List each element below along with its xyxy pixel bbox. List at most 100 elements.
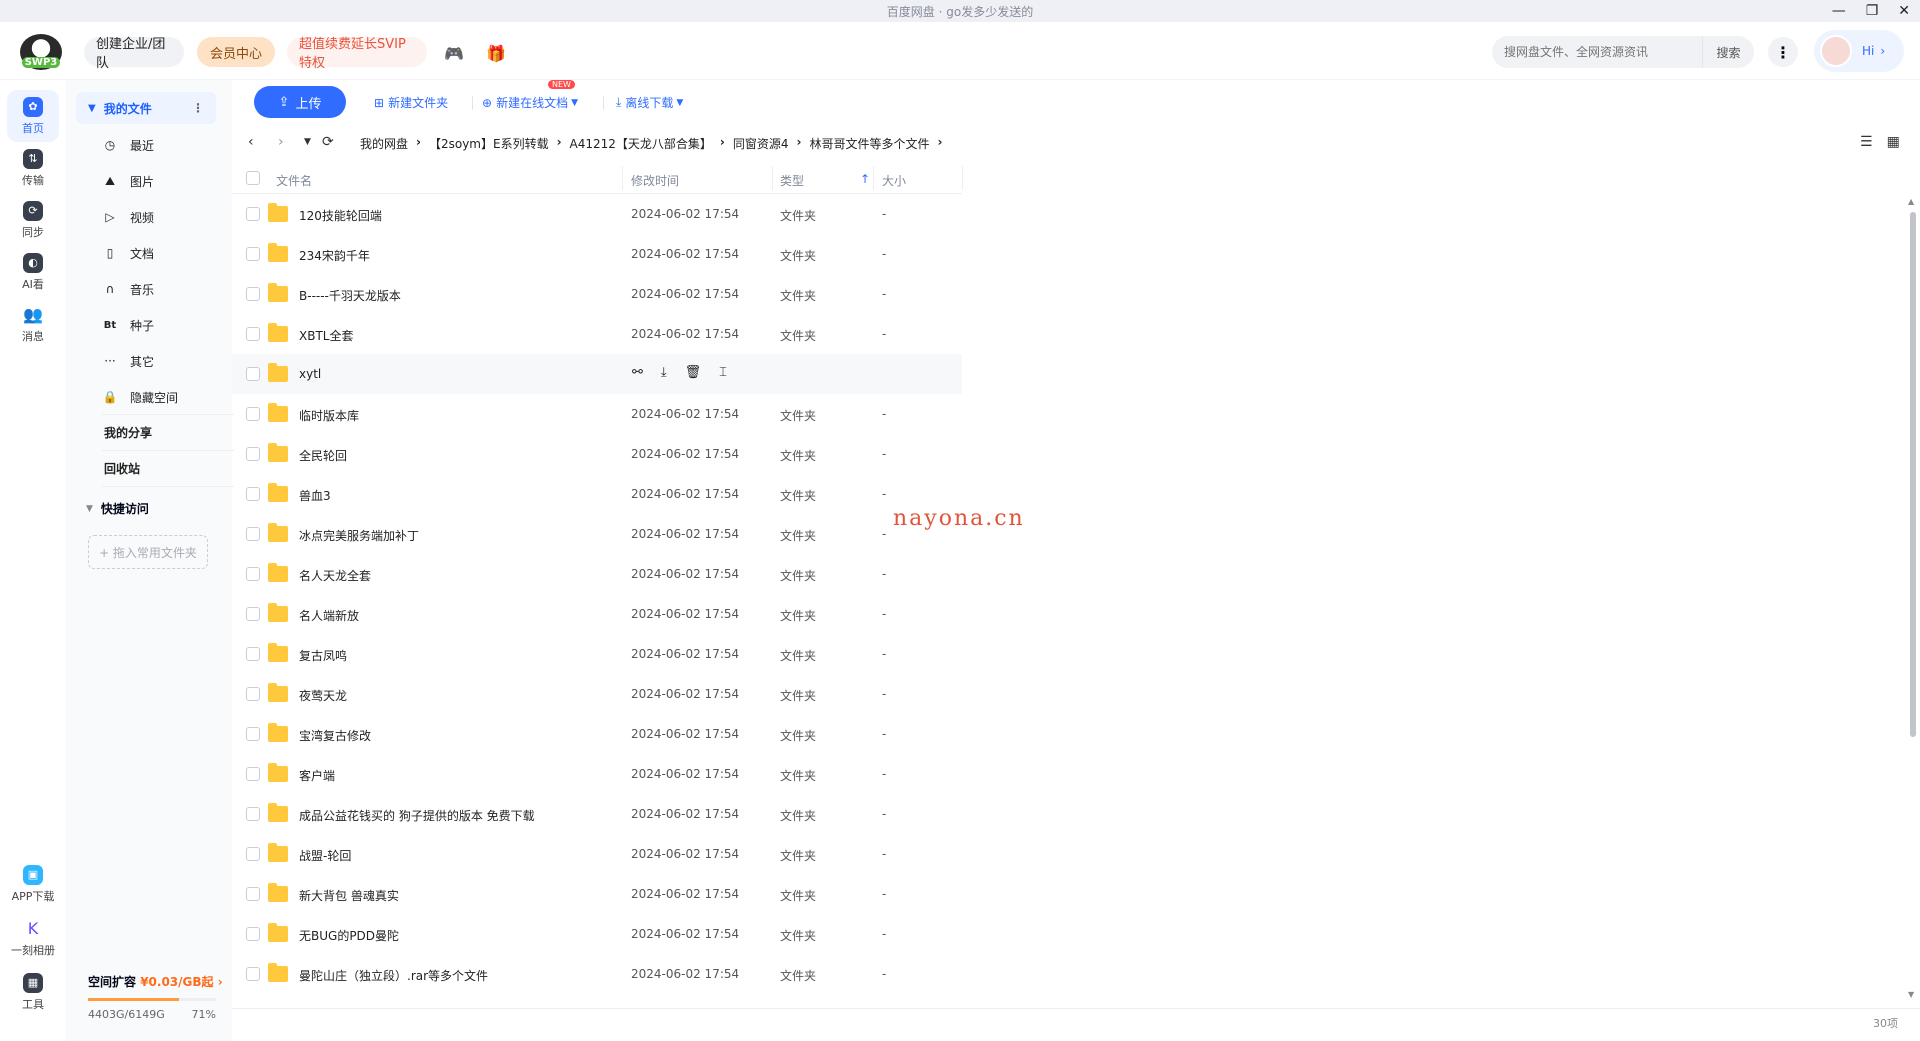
table-row[interactable]: 全民轮回 2024-06-02 17:54 文件夹 - <box>232 434 962 474</box>
column-divider[interactable] <box>622 166 623 190</box>
table-row[interactable]: 复古凤鸣 2024-06-02 17:54 文件夹 - <box>232 634 962 674</box>
file-name[interactable]: B-----千羽天龙版本 <box>299 287 401 304</box>
file-name[interactable]: 无BUG的PDD曼陀 <box>299 927 399 944</box>
new-online-doc-button[interactable]: ⊕ 新建在线文档 ▼ <box>482 94 578 111</box>
table-row[interactable]: 冰点完美服务端加补丁 2024-06-02 17:54 文件夹 - <box>232 514 962 554</box>
rail-item-message[interactable]: 👥 消息 <box>7 298 59 350</box>
sidebar-item-images[interactable]: ⛰ 图片 <box>102 171 154 191</box>
rail-item-app-download[interactable]: ▣ APP下载 <box>7 858 59 910</box>
rail-item-album[interactable]: K 一刻相册 <box>7 912 59 964</box>
search-button[interactable]: 搜索 <box>1702 36 1754 68</box>
row-checkbox[interactable] <box>246 447 260 461</box>
share-icon[interactable]: ⚯ <box>632 365 643 380</box>
sidebar-item-videos[interactable]: ▷ 视频 <box>102 207 154 227</box>
file-name[interactable]: 战盟-轮回 <box>299 847 351 864</box>
create-team-button[interactable]: 创建企业/团队 <box>84 37 184 71</box>
column-divider[interactable] <box>962 166 963 190</box>
table-row[interactable]: xytl ⚯ ⤓ 🗑 ⌶ <box>232 354 962 394</box>
restore-icon[interactable]: ❐ <box>1866 3 1879 19</box>
new-folder-button[interactable]: ⊞ 新建文件夹 <box>374 94 448 111</box>
breadcrumb-item[interactable]: 【2soym】E系列转载 <box>429 135 549 152</box>
vip-center-button[interactable]: 会员中心 <box>197 37 275 67</box>
table-row[interactable]: 新大背包 兽魂真实 2024-06-02 17:54 文件夹 - <box>232 874 962 914</box>
rename-icon[interactable]: ⌶ <box>719 365 727 380</box>
sort-ascending-icon[interactable]: ↑ <box>860 172 870 186</box>
scroll-down-icon[interactable]: ▼ <box>1908 990 1914 999</box>
breadcrumb-item[interactable]: 林哥哥文件等多个文件 <box>809 135 929 152</box>
row-checkbox[interactable] <box>246 927 260 941</box>
table-row[interactable]: 120技能轮回端 2024-06-02 17:54 文件夹 - <box>232 194 962 234</box>
row-checkbox[interactable] <box>246 887 260 901</box>
file-name[interactable]: XBTL全套 <box>299 327 353 344</box>
table-row[interactable]: XBTL全套 2024-06-02 17:54 文件夹 - <box>232 314 962 354</box>
game-icon[interactable]: 🎮 <box>444 44 464 63</box>
file-name[interactable]: 新大背包 兽魂真实 <box>299 887 399 904</box>
table-row[interactable]: 临时版本库 2024-06-02 17:54 文件夹 - <box>232 394 962 434</box>
rail-item-tools[interactable]: ▦ 工具 <box>7 966 59 1018</box>
rail-item-home[interactable]: ✿ 首页 <box>7 90 59 142</box>
file-name[interactable]: 234宋韵千年 <box>299 247 370 264</box>
file-name[interactable]: 名人天龙全套 <box>299 567 371 584</box>
file-name[interactable]: 名人端新放 <box>299 607 359 624</box>
file-name[interactable]: 宝湾复古修改 <box>299 727 371 744</box>
row-checkbox[interactable] <box>246 967 260 981</box>
breadcrumb-item[interactable]: 我的网盘 <box>360 135 408 152</box>
download-icon[interactable]: ⤓ <box>661 365 667 380</box>
back-icon[interactable]: ‹ <box>248 134 254 150</box>
rail-item-transfer[interactable]: ⇅ 传输 <box>7 142 59 194</box>
sidebar-item-other[interactable]: ··· 其它 <box>102 351 154 371</box>
table-row[interactable]: 曼陀山庄（独立段）.rar等多个文件 2024-06-02 17:54 文件夹 - <box>232 954 962 994</box>
table-row[interactable]: 无BUG的PDD曼陀 2024-06-02 17:54 文件夹 - <box>232 914 962 954</box>
file-name[interactable]: 客户端 <box>299 767 335 784</box>
row-checkbox[interactable] <box>246 287 260 301</box>
more-options-icon[interactable]: ⋮ <box>192 101 204 115</box>
row-checkbox[interactable] <box>246 727 260 741</box>
search-input[interactable] <box>1504 45 1704 59</box>
sidebar-item-my-share[interactable]: 我的分享 <box>104 424 152 441</box>
row-checkbox[interactable] <box>246 247 260 261</box>
header-size[interactable]: 大小 <box>882 172 906 189</box>
sidebar-item-recent[interactable]: ◷ 最近 <box>102 135 154 155</box>
row-checkbox[interactable] <box>246 327 260 341</box>
scrollbar-thumb[interactable] <box>1910 212 1916 737</box>
file-name[interactable]: 120技能轮回端 <box>299 207 382 224</box>
add-quick-access-dropzone[interactable]: + 拖入常用文件夹 <box>88 535 208 569</box>
minimize-icon[interactable]: — <box>1832 3 1846 19</box>
sidebar-item-hidden-space[interactable]: 🔒 隐藏空间 <box>102 387 179 407</box>
table-row[interactable]: 兽血3 2024-06-02 17:54 文件夹 - <box>232 474 962 514</box>
more-menu-icon[interactable]: ⋮ <box>1768 37 1798 67</box>
row-checkbox[interactable] <box>246 647 260 661</box>
user-profile[interactable]: Hi › <box>1814 30 1904 72</box>
file-name[interactable]: 复古凤鸣 <box>299 647 347 664</box>
grid-view-icon[interactable]: ▦ <box>1887 134 1900 150</box>
table-row[interactable]: 名人端新放 2024-06-02 17:54 文件夹 - <box>232 594 962 634</box>
storage-expand-link[interactable]: 空间扩容 ¥0.03/GB起 › <box>88 973 223 990</box>
file-name[interactable]: 临时版本库 <box>299 407 359 424</box>
column-divider[interactable] <box>873 166 874 190</box>
refresh-icon[interactable]: ⟳ <box>322 134 334 150</box>
sidebar-item-my-files[interactable]: ▼ 我的文件 ⋮ <box>76 92 216 124</box>
upload-button[interactable]: ⇪ 上传 <box>254 86 346 118</box>
table-row[interactable]: 客户端 2024-06-02 17:54 文件夹 - <box>232 754 962 794</box>
row-checkbox[interactable] <box>246 207 260 221</box>
delete-icon[interactable]: 🗑 <box>685 365 702 380</box>
row-checkbox[interactable] <box>246 527 260 541</box>
row-checkbox[interactable] <box>246 407 260 421</box>
rail-item-ai[interactable]: ◐ AI看 <box>7 246 59 298</box>
file-name[interactable]: 夜莺天龙 <box>299 687 347 704</box>
select-all-checkbox[interactable] <box>246 171 260 185</box>
row-checkbox[interactable] <box>246 567 260 581</box>
sidebar-item-recycle-bin[interactable]: 回收站 <box>104 460 140 477</box>
rail-item-sync[interactable]: ⟳ 同步 <box>7 194 59 246</box>
gift-icon[interactable]: 🎁 <box>486 44 506 63</box>
scroll-up-icon[interactable]: ▲ <box>1908 197 1914 206</box>
header-type[interactable]: 类型 <box>780 172 804 189</box>
file-name[interactable]: xytl <box>299 367 321 381</box>
file-name[interactable]: 全民轮回 <box>299 447 347 464</box>
file-name[interactable]: 兽血3 <box>299 487 331 504</box>
header-modified[interactable]: 修改时间 <box>631 172 679 189</box>
offline-download-button[interactable]: ⤓ 离线下载 ▼ <box>616 94 683 111</box>
file-name[interactable]: 曼陀山庄（独立段）.rar等多个文件 <box>299 967 488 984</box>
table-row[interactable]: B-----千羽天龙版本 2024-06-02 17:54 文件夹 - <box>232 274 962 314</box>
table-row[interactable]: 234宋韵千年 2024-06-02 17:54 文件夹 - <box>232 234 962 274</box>
